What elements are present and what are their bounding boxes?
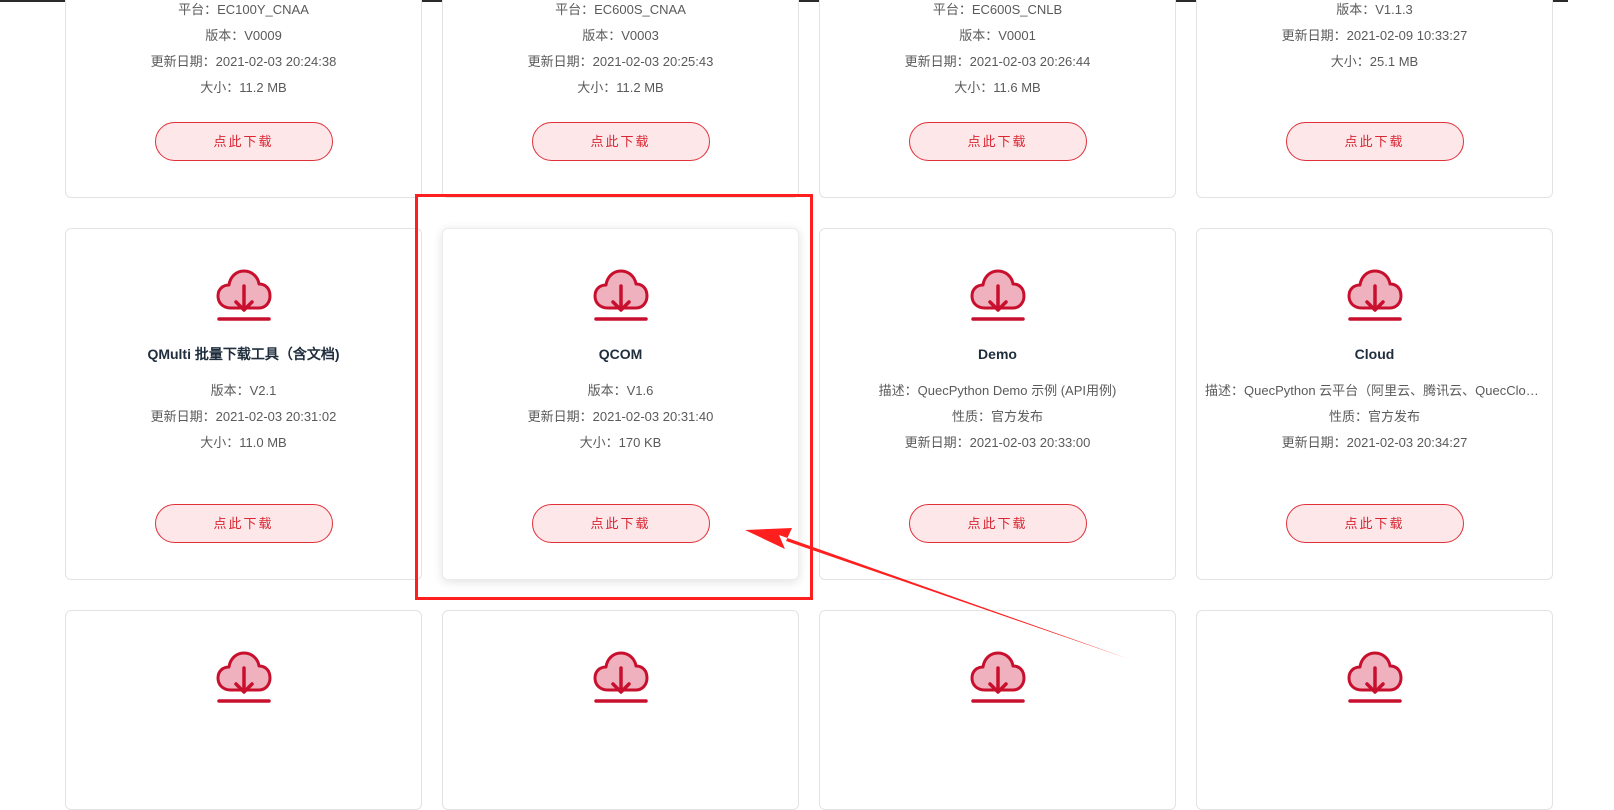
cloud-download-icon	[66, 268, 421, 322]
cloud-download-icon	[820, 268, 1175, 322]
card-info-line: 版本：V1.1.3	[1336, 2, 1413, 17]
resource-card	[1196, 610, 1553, 810]
resource-card-qcom: QCOM 版本：V1.6 更新日期：2021-02-03 20:31:40 大小…	[442, 228, 799, 580]
card-info-line: 平台：EC600S_CNAA	[555, 2, 686, 17]
resource-card: 版本：V1.1.3 更新日期：2021-02-09 10:33:27 大小：25…	[1196, 0, 1553, 198]
card-title: QMulti 批量下载工具（含文档)	[147, 346, 340, 362]
cloud-download-icon	[66, 650, 421, 704]
resource-card: Cloud 描述：QuecPython 云平台（阿里云、腾讯云、QuecClou…	[1196, 228, 1553, 580]
resource-card: QMulti 批量下载工具（含文档) 版本：V2.1 更新日期：2021-02-…	[65, 228, 422, 580]
cloud-download-icon	[443, 268, 798, 322]
card-info-line: 描述：QuecPython 云平台（阿里云、腾讯云、QuecCloud、华为云）	[1205, 383, 1544, 398]
cloud-download-icon	[1197, 268, 1552, 322]
card-info-line: 性质：官方发布	[951, 409, 1043, 424]
card-info-line: 性质：官方发布	[1328, 409, 1420, 424]
card-info-line: 大小：11.2 MB	[200, 80, 287, 95]
card-info-line: 版本：V0009	[205, 28, 282, 43]
card-info-line: 更新日期：2021-02-09 10:33:27	[1281, 28, 1468, 43]
card-info-line: 版本：V2.1	[210, 383, 277, 398]
card-info-line: 大小：11.0 MB	[200, 435, 287, 450]
card-title: Demo	[978, 346, 1017, 362]
download-button[interactable]: 点此下载	[908, 122, 1087, 161]
card-info-line: 大小：25.1 MB	[1330, 54, 1419, 69]
card-info-line: 更新日期：2021-02-03 20:31:40	[527, 409, 714, 424]
card-info-line: 更新日期：2021-02-03 20:31:02	[150, 409, 337, 424]
resource-card: 平台：EC600S_CNAA 版本：V0003 更新日期：2021-02-03 …	[442, 0, 799, 198]
card-info-line: 更新日期：2021-02-03 20:25:43	[527, 54, 714, 69]
download-button[interactable]: 点此下载	[154, 504, 333, 543]
card-info-line: 大小：170 KB	[579, 435, 662, 450]
card-info-line: 版本：V0001	[959, 28, 1036, 43]
download-button-qcom[interactable]: 点此下载	[531, 504, 710, 543]
card-info-line: 描述：QuecPython Demo 示例 (API用例)	[878, 383, 1117, 398]
card-info-line: 大小：11.2 MB	[577, 80, 664, 95]
card-title: Cloud	[1354, 346, 1395, 362]
card-info-line: 版本：V0003	[582, 28, 659, 43]
card-info-line: 更新日期：2021-02-03 20:26:44	[904, 54, 1091, 69]
download-button[interactable]: 点此下载	[1285, 122, 1464, 161]
download-button[interactable]: 点此下载	[154, 122, 333, 161]
cloud-download-icon	[1197, 650, 1552, 704]
download-button[interactable]: 点此下载	[908, 504, 1087, 543]
download-button[interactable]: 点此下载	[531, 122, 710, 161]
card-info-line: 平台：EC100Y_CNAA	[178, 2, 309, 17]
cloud-download-icon	[443, 650, 798, 704]
card-info-line: 大小：11.6 MB	[954, 80, 1041, 95]
resource-card: 平台：EC600S_CNLB 版本：V0001 更新日期：2021-02-03 …	[819, 0, 1176, 198]
card-info-line: 更新日期：2021-02-03 20:33:00	[904, 435, 1091, 450]
card-title: QCOM	[598, 346, 643, 362]
resource-card: Demo 描述：QuecPython Demo 示例 (API用例) 性质：官方…	[819, 228, 1176, 580]
resource-card: 平台：EC100Y_CNAA 版本：V0009 更新日期：2021-02-03 …	[65, 0, 422, 198]
resource-card	[819, 610, 1176, 810]
card-info-line: 平台：EC600S_CNLB	[932, 2, 1063, 17]
card-info-line: 更新日期：2021-02-03 20:24:38	[150, 54, 337, 69]
resource-card	[65, 610, 422, 810]
download-button[interactable]: 点此下载	[1285, 504, 1464, 543]
resource-card	[442, 610, 799, 810]
card-info-line: 版本：V1.6	[587, 383, 654, 398]
cloud-download-icon	[820, 650, 1175, 704]
card-info-line: 更新日期：2021-02-03 20:34:27	[1281, 435, 1468, 450]
